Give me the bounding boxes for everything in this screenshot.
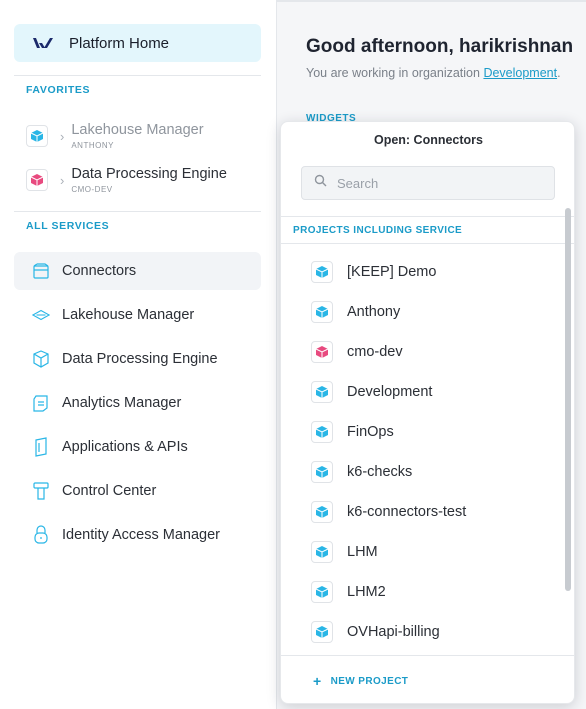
projects-heading: PROJECTS INCLUDING SERVICE: [293, 225, 463, 236]
project-item[interactable]: Anthony: [311, 299, 400, 325]
sidebar-item-label: Connectors: [62, 263, 137, 279]
project-item[interactable]: LHM2: [311, 579, 386, 605]
project-name: LHM: [347, 544, 378, 560]
cube-icon: [311, 301, 333, 323]
analytics-icon: [32, 393, 50, 413]
project-name: LHM2: [347, 584, 386, 600]
divider: [281, 243, 574, 244]
project-name: k6-connectors-test: [347, 504, 467, 520]
sidebar-item-data-processing-engine[interactable]: Data Processing Engine: [14, 340, 261, 378]
cube-icon: [311, 621, 333, 643]
sidebar-item-lakehouse-manager[interactable]: Lakehouse Manager: [14, 296, 261, 334]
chevron-right-icon: ›: [60, 128, 65, 144]
sidebar: Platform Home FAVORITES › Lakehouse Mana…: [0, 0, 277, 709]
sidebar-item-label: Control Center: [62, 483, 157, 499]
cube-icon: [311, 541, 333, 563]
favorite-data-processing-engine[interactable]: › Data Processing Engine CMO-DEV: [26, 163, 266, 197]
sidebar-item-identity-access-manager[interactable]: Identity Access Manager: [14, 516, 261, 554]
sidebar-item-label: Data Processing Engine: [62, 351, 218, 367]
project-name: Development: [347, 384, 433, 400]
divider: [14, 211, 261, 212]
sidebar-item-applications-apis[interactable]: Applications & APIs: [14, 428, 261, 466]
favorites-heading: FAVORITES: [26, 84, 91, 96]
project-name: OVHapi-billing: [347, 624, 440, 640]
scrollbar[interactable]: [565, 208, 571, 591]
ovh-logo-icon: [32, 36, 54, 50]
cube-icon: [311, 421, 333, 443]
connectors-icon: [32, 261, 50, 281]
favorite-project: ANTHONY: [71, 141, 114, 150]
cube-icon: [26, 169, 48, 191]
search-box: [301, 166, 555, 200]
control-center-icon: [32, 481, 50, 501]
all-services-heading: ALL SERVICES: [26, 220, 110, 232]
divider: [14, 75, 261, 76]
organization-subtitle: You are working in organization Developm…: [306, 66, 561, 80]
new-project-button[interactable]: + NEW PROJECT: [313, 673, 408, 689]
cube-icon: [26, 125, 48, 147]
data-processing-icon: [32, 349, 50, 369]
sidebar-item-label: Identity Access Manager: [62, 527, 220, 543]
top-border: [277, 0, 586, 2]
favorite-project: CMO-DEV: [71, 185, 113, 194]
divider: [281, 216, 574, 217]
project-item[interactable]: k6-checks: [311, 459, 412, 485]
cube-icon: [311, 461, 333, 483]
project-item[interactable]: OVHapi-billing: [311, 619, 440, 645]
applications-icon: [32, 437, 50, 457]
organization-link[interactable]: Development: [483, 66, 557, 80]
subtitle-text: You are working in organization: [306, 66, 484, 80]
sidebar-item-label: Analytics Manager: [62, 395, 182, 411]
favorite-name: Data Processing Engine: [71, 166, 227, 182]
project-name: cmo-dev: [347, 344, 403, 360]
cube-icon: [311, 261, 333, 283]
project-name: Anthony: [347, 304, 401, 320]
favorite-name: Lakehouse Manager: [71, 122, 204, 138]
project-name: k6-checks: [347, 464, 413, 480]
search-input[interactable]: [337, 175, 537, 191]
chevron-right-icon: ›: [60, 172, 65, 188]
project-item[interactable]: k6-connectors-test: [311, 499, 466, 525]
sidebar-item-connectors[interactable]: Connectors: [14, 252, 261, 290]
plus-icon: +: [313, 673, 322, 689]
project-item[interactable]: [KEEP] Demo: [311, 259, 436, 285]
cube-icon: [311, 581, 333, 603]
project-item[interactable]: Development: [311, 379, 432, 405]
identity-icon: [32, 525, 50, 545]
sidebar-item-label: Applications & APIs: [62, 439, 188, 455]
dropdown-title: Open: Connectors: [373, 133, 484, 147]
project-item[interactable]: LHM: [311, 539, 378, 565]
platform-home-label: Platform Home: [69, 34, 170, 52]
cube-icon: [311, 501, 333, 523]
project-name: FinOps: [347, 424, 394, 440]
project-name: [KEEP] Demo: [347, 264, 437, 280]
subtitle-suffix: .: [557, 66, 561, 80]
page-greeting: Good afternoon, harikrishnan: [306, 36, 574, 57]
favorite-lakehouse-manager[interactable]: › Lakehouse Manager ANTHONY: [26, 119, 266, 153]
sidebar-item-label: Lakehouse Manager: [62, 307, 195, 323]
lakehouse-icon: [32, 305, 50, 325]
cube-icon: [311, 341, 333, 363]
divider: [281, 655, 574, 656]
new-project-label: NEW PROJECT: [330, 675, 409, 687]
platform-home-button[interactable]: Platform Home: [14, 24, 261, 62]
cube-icon: [311, 381, 333, 403]
open-connectors-dropdown: Open: Connectors PROJECTS INCLUDING SERV…: [280, 121, 575, 704]
sidebar-item-analytics-manager[interactable]: Analytics Manager: [14, 384, 261, 422]
search-icon: [314, 174, 327, 192]
project-item[interactable]: cmo-dev: [311, 339, 403, 365]
project-item[interactable]: FinOps: [311, 419, 394, 445]
sidebar-item-control-center[interactable]: Control Center: [14, 472, 261, 510]
